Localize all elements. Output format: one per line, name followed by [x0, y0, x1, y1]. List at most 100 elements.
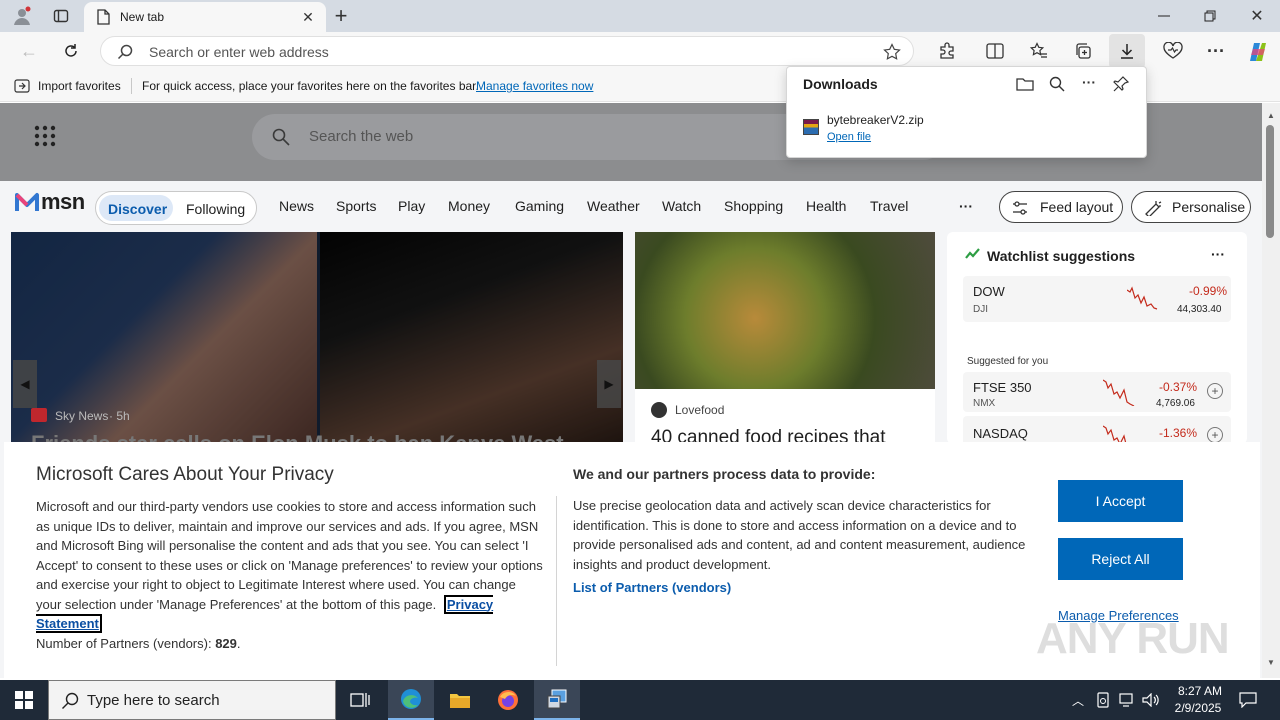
network-icon[interactable] — [1116, 680, 1138, 720]
toolbar: ← Search or enter web address ··· — [0, 32, 1280, 70]
privacy-banner: Microsoft Cares About Your Privacy Micro… — [4, 442, 1260, 678]
search-downloads-icon[interactable] — [1045, 73, 1069, 95]
carousel-next-icon[interactable]: ▶ — [597, 360, 621, 408]
stock-sub: DJI — [973, 304, 988, 315]
open-folder-icon[interactable] — [1013, 73, 1037, 95]
right-title: We and our partners process data to prov… — [573, 466, 876, 482]
privacy-title: Microsoft Cares About Your Privacy — [36, 464, 334, 485]
copilot-icon[interactable] — [1244, 38, 1272, 66]
taskbar-search-placeholder: Type here to search — [87, 692, 220, 709]
suggested-label: Suggested for you — [967, 356, 1049, 367]
stock-symbol: FTSE 350 — [973, 380, 1032, 395]
stock-symbol: DOW — [973, 284, 1005, 299]
clock-date[interactable]: 2/9/2025 — [1168, 701, 1228, 715]
downloads-more-icon[interactable]: ··· — [1077, 71, 1101, 93]
scroll-up-icon[interactable]: ▲ — [1267, 111, 1275, 120]
collections-icon[interactable] — [1070, 38, 1096, 64]
app-taskbar-icon[interactable] — [534, 680, 580, 720]
pin-icon[interactable] — [1109, 73, 1133, 95]
downloads-icon[interactable] — [1109, 34, 1145, 68]
close-tab-icon[interactable]: ✕ — [298, 7, 318, 27]
stock-row[interactable]: DOW DJI -0.99% 44,303.40 — [963, 276, 1231, 322]
scroll-thumb[interactable] — [1266, 125, 1274, 238]
stock-sparkline — [1127, 286, 1158, 310]
clock-time[interactable]: 8:27 AM — [1172, 684, 1228, 698]
start-icon[interactable] — [0, 680, 48, 720]
manage-favorites-link[interactable]: Manage favorites now — [476, 79, 593, 93]
import-icon — [14, 78, 30, 94]
file-explorer-icon[interactable] — [438, 680, 482, 720]
reject-all-button[interactable]: Reject All — [1058, 538, 1183, 580]
stock-symbol: NASDAQ — [973, 426, 1028, 441]
notifications-icon[interactable] — [1236, 680, 1260, 720]
split-screen-icon[interactable] — [982, 38, 1008, 64]
taskbar-search[interactable]: Type here to search — [48, 680, 336, 720]
nav-watch[interactable]: Watch — [662, 198, 701, 214]
back-icon[interactable]: ← — [16, 38, 42, 64]
scroll-down-icon[interactable]: ▼ — [1267, 658, 1275, 667]
nav-gaming[interactable]: Gaming — [515, 198, 564, 214]
stock-row[interactable]: FTSE 350 NMX -0.37% 4,769.06 + — [963, 372, 1231, 412]
nav-money[interactable]: Money — [448, 198, 490, 214]
address-bar[interactable]: Search or enter web address — [100, 36, 914, 66]
volume-icon[interactable] — [1140, 680, 1162, 720]
tab-actions-icon[interactable] — [48, 4, 74, 28]
firefox-icon[interactable] — [486, 680, 530, 720]
taskbar: Type here to search ︿ 8:27 AM 2/9/2025 — [0, 680, 1280, 720]
watchlist-more-button[interactable]: ··· — [1211, 246, 1225, 262]
msn-logo[interactable]: msn — [14, 189, 85, 215]
import-favorites-button[interactable]: Import favorites — [38, 79, 121, 93]
food-card[interactable]: Lovefood 40 canned food recipes that — [635, 232, 935, 444]
stock-change: -0.37% — [1159, 380, 1198, 394]
feed-pill-group: Discover Following — [95, 191, 257, 225]
privacy-divider — [556, 496, 557, 666]
hero-source: Sky News — [55, 409, 109, 423]
tab-new-tab[interactable]: New tab ✕ — [84, 2, 326, 32]
profile-icon[interactable] — [8, 4, 36, 28]
close-window-icon[interactable]: ✕ — [1242, 2, 1272, 30]
hero-age: · 5h — [109, 409, 130, 423]
task-view-icon[interactable] — [340, 680, 380, 720]
tab-strip: New tab ✕ + ✕ — [0, 0, 1280, 32]
add-to-watchlist-icon[interactable]: + — [1207, 427, 1223, 443]
vendor-list-link[interactable]: List of Partners (vendors) — [573, 580, 731, 595]
nav-weather[interactable]: Weather — [587, 198, 640, 214]
nav-travel[interactable]: Travel — [870, 198, 908, 214]
search-icon — [117, 44, 133, 60]
watchlist-icon — [965, 248, 981, 260]
source-logo — [31, 408, 47, 422]
nav-more-button[interactable]: ··· — [959, 198, 973, 214]
personalise-button[interactable]: Personalise — [1131, 191, 1251, 223]
settings-more-icon[interactable]: ··· — [1203, 38, 1229, 64]
edge-taskbar-icon[interactable] — [388, 680, 434, 720]
extensions-icon[interactable] — [934, 38, 960, 64]
sliders-icon — [1012, 200, 1028, 216]
favorites-icon[interactable] — [1026, 38, 1052, 64]
browser-essentials-icon[interactable] — [1160, 38, 1186, 64]
minimize-icon[interactable] — [1150, 2, 1178, 30]
privacy-body: Microsoft and our third-party vendors us… — [36, 497, 544, 653]
download-file-name[interactable]: bytebreakerV2.zip — [827, 113, 924, 127]
divider — [131, 78, 132, 94]
feed-layout-button[interactable]: Feed layout — [999, 191, 1123, 223]
tray-device-icon[interactable] — [1092, 680, 1114, 720]
nav-news[interactable]: News — [279, 198, 314, 214]
restore-icon[interactable] — [1196, 2, 1224, 30]
new-tab-icon[interactable]: + — [330, 3, 352, 28]
carousel-prev-icon[interactable]: ◀ — [13, 360, 37, 408]
tray-overflow-icon[interactable]: ︿ — [1068, 680, 1088, 720]
hero-card[interactable]: ◀ ▶ Sky News · 5h Friends star calls on … — [11, 232, 623, 444]
favorite-star-icon[interactable] — [881, 41, 903, 63]
refresh-icon[interactable] — [58, 38, 84, 64]
nav-health[interactable]: Health — [806, 198, 846, 214]
partners-count: 829 — [215, 635, 237, 651]
nav-play[interactable]: Play — [398, 198, 425, 214]
add-to-watchlist-icon[interactable]: + — [1207, 383, 1223, 399]
open-file-link[interactable]: Open file — [827, 131, 871, 143]
page-scrollbar[interactable]: ▲ ▼ — [1262, 103, 1280, 678]
accept-button[interactable]: I Accept — [1058, 480, 1183, 522]
nav-shopping[interactable]: Shopping — [724, 198, 783, 214]
tab-following[interactable]: Following — [186, 201, 245, 217]
nav-sports[interactable]: Sports — [336, 198, 376, 214]
apps-grid-icon[interactable] — [34, 125, 56, 147]
